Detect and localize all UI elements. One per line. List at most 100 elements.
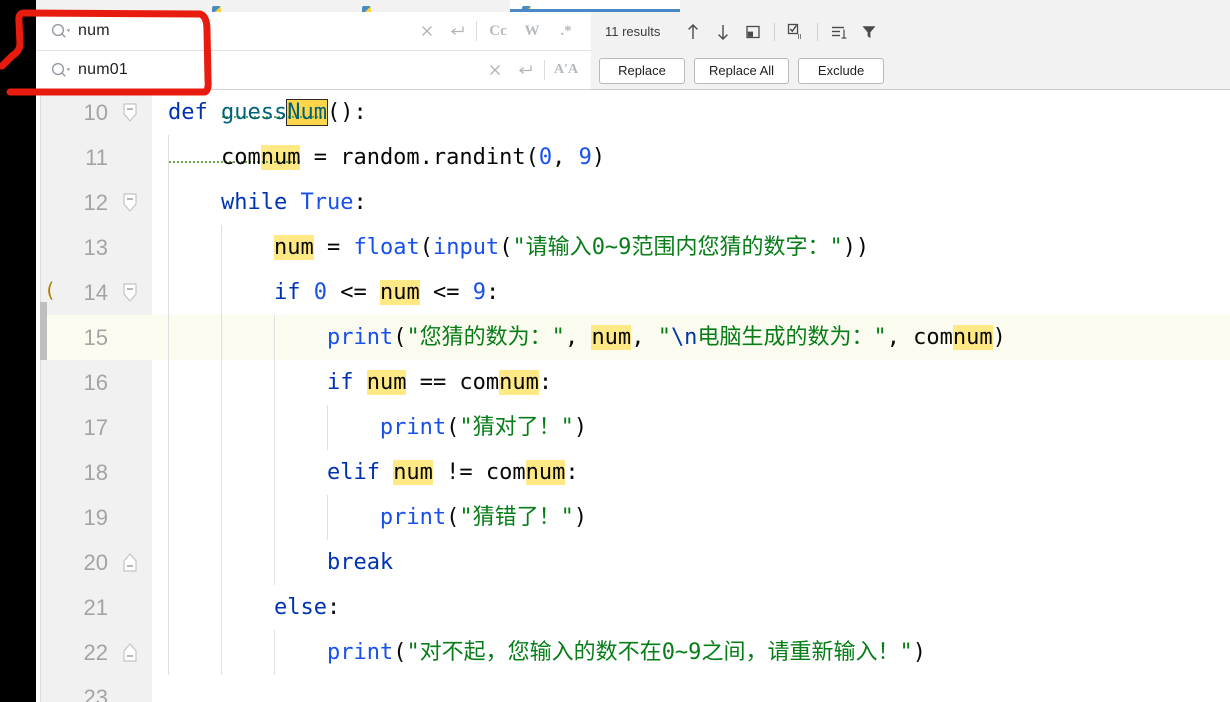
editor-tab[interactable] — [200, 0, 350, 12]
line-number: 12 — [83, 190, 108, 215]
code-token: while — [220, 190, 288, 215]
gutter-line[interactable]: 11 — [41, 135, 152, 180]
code-line[interactable]: break — [152, 540, 1230, 585]
find-previous-icon[interactable] — [678, 17, 708, 47]
code-token: , — [564, 325, 592, 350]
match-case-toggle[interactable]: Cc — [481, 16, 515, 46]
code-token: )) — [842, 235, 870, 260]
code-token: def — [168, 100, 221, 125]
fold-marker-end[interactable] — [120, 551, 140, 575]
code-line[interactable]: elif num != comnum: — [152, 450, 1230, 495]
find-panel-buttons: Replace Replace All Exclude — [591, 51, 1230, 90]
close-icon[interactable] — [412, 16, 442, 46]
gutter-line[interactable]: 12 — [41, 180, 152, 225]
open-in-find-window-icon[interactable] — [738, 17, 768, 47]
code-editor[interactable]: 10 11 12 13 14 15 16 17 18 19 20 21 22 23 def guessNu… — [36, 90, 1230, 702]
replace-field-row[interactable]: num01 A'A — [36, 51, 591, 90]
code-line-text: break — [152, 540, 393, 585]
line-number: 13 — [83, 235, 108, 260]
code-line[interactable]: print("猜对了！") — [152, 405, 1230, 450]
code-token: float — [353, 235, 420, 260]
replace-button[interactable]: Replace — [599, 57, 685, 84]
code-line[interactable]: num = float(input("请输入0~9范围内您猜的数字：")) — [152, 225, 1230, 270]
editor-scroll-marker[interactable] — [40, 302, 47, 360]
code-line[interactable] — [152, 675, 1230, 702]
code-token: : — [326, 595, 341, 620]
search-dropdown-icon[interactable] — [50, 21, 72, 41]
gutter-line[interactable]: 18 — [41, 450, 152, 495]
code-line[interactable]: print("猜错了！") — [152, 495, 1230, 540]
code-token: != com — [432, 460, 526, 485]
code-token: ( — [446, 415, 460, 440]
select-all-occurrences-icon[interactable]: II — [781, 17, 811, 47]
code-token: 9 — [472, 280, 486, 305]
exclude-button-label: Exclude — [817, 63, 865, 78]
code-token: ( — [393, 325, 407, 350]
code-token: num — [393, 460, 433, 485]
search-input[interactable]: num — [78, 22, 412, 40]
in-selection-icon[interactable] — [824, 17, 854, 47]
code-token: : — [538, 370, 553, 395]
gutter-line[interactable]: 13 — [41, 225, 152, 270]
code-text-area[interactable]: def guessNum(): comnum = random.randint(… — [152, 90, 1230, 702]
close-icon[interactable] — [480, 55, 510, 85]
screen-root: num Cc W .* num01 A'A 11 results II Repl… — [0, 0, 1230, 702]
fold-marker-expanded[interactable] — [120, 281, 140, 305]
fold-marker-end[interactable] — [120, 641, 140, 665]
search-field-row[interactable]: num Cc W .* — [36, 12, 591, 51]
gutter-line[interactable]: 19 — [41, 495, 152, 540]
gutter-line[interactable]: 16 — [41, 360, 152, 405]
code-line[interactable]: else: — [152, 585, 1230, 630]
code-token: ) — [912, 640, 926, 665]
code-line[interactable]: print("对不起，您输入的数不在0~9之间，请重新输入！") — [152, 630, 1230, 675]
code-token: ( — [393, 640, 407, 665]
editor-tab[interactable] — [510, 0, 680, 12]
exclude-button[interactable]: Exclude — [798, 57, 885, 84]
code-line[interactable]: if num == comnum: — [152, 360, 1230, 405]
code-line[interactable]: def guessNum(): — [152, 90, 1230, 135]
code-token: : — [353, 190, 367, 215]
preserve-case-toggle[interactable]: A'A — [549, 55, 583, 85]
code-line-text: if 0 <= num <= 9: — [152, 270, 499, 315]
editor-tab[interactable] — [350, 0, 510, 12]
return-arrow-icon[interactable] — [442, 16, 472, 46]
code-token: if — [326, 370, 354, 395]
words-toggle[interactable]: W — [515, 16, 549, 46]
replace-all-button[interactable]: Replace All — [694, 57, 790, 84]
gutter-line[interactable]: 21 — [41, 585, 152, 630]
regex-toggle[interactable]: .* — [549, 16, 583, 46]
code-line[interactable]: while True: — [152, 180, 1230, 225]
code-token: num — [525, 460, 566, 485]
gutter-line[interactable]: 22 — [41, 630, 152, 675]
code-token: 电脑生成的数为：" — [697, 325, 887, 350]
find-panel-right: 11 results II Replace Replace All Exclud… — [591, 12, 1230, 90]
divider — [817, 22, 819, 41]
code-line[interactable]: print("您猜的数为：", num, "\n电脑生成的数为：", comnu… — [152, 315, 1230, 360]
line-number: 14 — [83, 280, 108, 305]
code-token: \n — [670, 325, 698, 350]
line-number-gutter[interactable]: 10 11 12 13 14 15 16 17 18 19 20 21 22 23 — [36, 90, 152, 702]
code-line-text: print("猜对了！") — [152, 405, 587, 450]
gutter-line[interactable]: 23 — [41, 675, 152, 702]
search-dropdown-icon[interactable] — [50, 60, 72, 80]
gutter-line[interactable]: 14 — [41, 270, 152, 315]
fold-marker-expanded[interactable] — [120, 101, 140, 125]
code-line[interactable]: if 0 <= num <= 9: — [152, 270, 1230, 315]
code-token: : — [353, 100, 367, 125]
code-token: "对不起，您输入的数不在 — [406, 640, 662, 665]
replace-input[interactable]: num01 — [78, 61, 480, 79]
gutter-line[interactable]: 15 — [41, 315, 152, 360]
line-number: 18 — [83, 460, 108, 485]
code-line[interactable]: comnum = random.randint(0, 9) — [152, 135, 1230, 180]
gutter-line[interactable]: 10 — [41, 90, 152, 135]
fold-marker-expanded[interactable] — [120, 191, 140, 215]
gutter-line[interactable]: 17 — [41, 405, 152, 450]
filter-icon[interactable] — [854, 17, 884, 47]
return-arrow-icon[interactable] — [510, 55, 540, 85]
tab-bar-filler — [680, 0, 1230, 12]
find-next-icon[interactable] — [708, 17, 738, 47]
line-number: 15 — [83, 325, 108, 350]
gutter-line[interactable]: 20 — [41, 540, 152, 585]
